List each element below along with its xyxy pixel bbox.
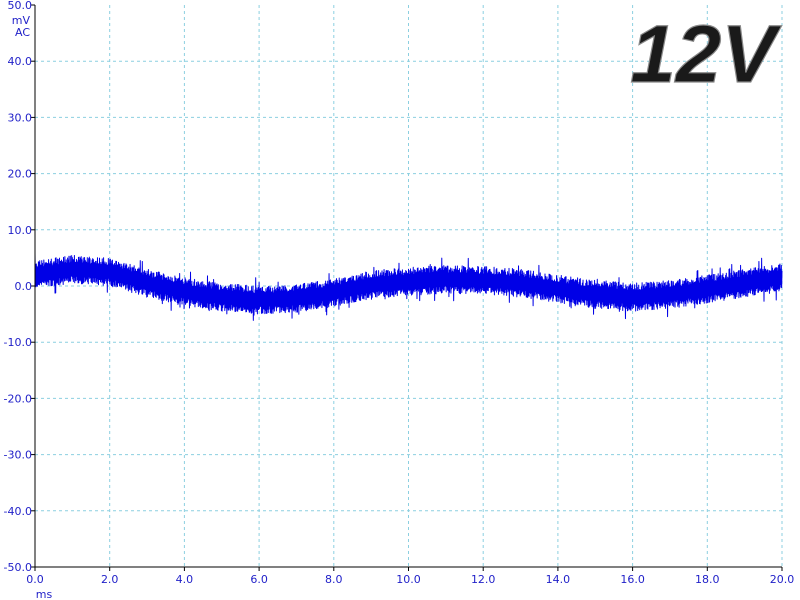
x-tick-label: 0.0 — [26, 573, 44, 586]
y-tick-label: 30.0 — [8, 111, 33, 124]
y-tick-label: 50.0 — [8, 0, 33, 12]
x-tick-label: 14.0 — [546, 573, 571, 586]
y-tick-label: 10.0 — [8, 224, 33, 237]
x-tick-label: 18.0 — [695, 573, 720, 586]
y-tick-label: -40.0 — [4, 505, 32, 518]
x-tick-label: 10.0 — [396, 573, 421, 586]
y-tick-label: -30.0 — [4, 449, 32, 462]
x-unit-label: ms — [36, 588, 53, 600]
y-tick-label: 20.0 — [8, 168, 33, 181]
y-tick-label: 40.0 — [8, 55, 33, 68]
oscilloscope-chart: 50.0 40.0 30.0 20.0 10.0 0.0 -10.0 -20.0 -30.0 -4… — [0, 0, 800, 600]
y-tick-label: -20.0 — [4, 392, 32, 405]
x-tick-label: 6.0 — [250, 573, 268, 586]
x-tick-label: 8.0 — [325, 573, 343, 586]
x-tick-label: 12.0 — [471, 573, 496, 586]
x-tick-label: 20.0 — [770, 573, 795, 586]
x-tick-label: 2.0 — [101, 573, 119, 586]
x-tick-label: 4.0 — [176, 573, 194, 586]
y-tick-label: -10.0 — [4, 336, 32, 349]
y-tick-label: 0.0 — [15, 280, 33, 293]
x-tick-label: 16.0 — [620, 573, 645, 586]
voltage-overlay-label: 12V — [630, 9, 782, 100]
y-coupling-label: AC — [15, 26, 30, 39]
